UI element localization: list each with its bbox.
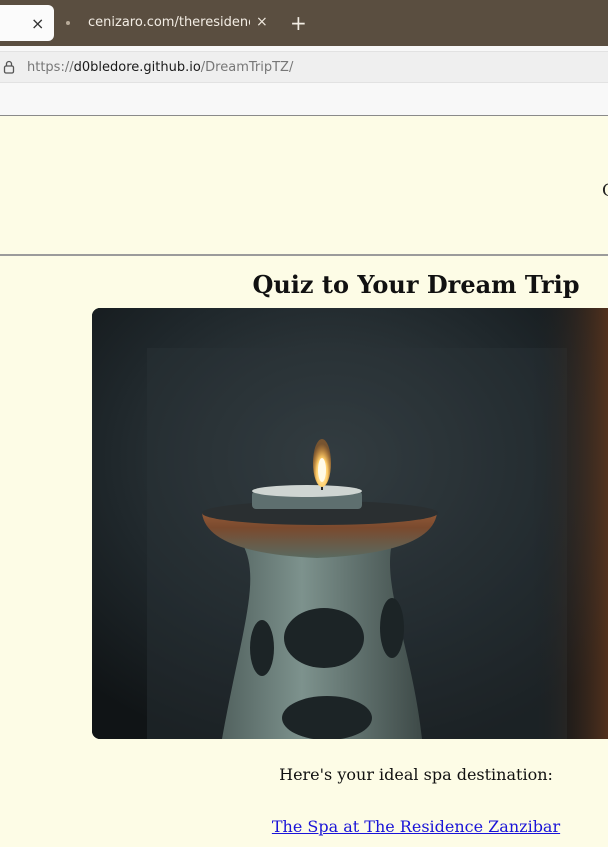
address-bar[interactable]: https://d0bledore.github.io/DreamTripTZ/ bbox=[0, 51, 608, 83]
close-tab-icon[interactable]: × bbox=[256, 14, 268, 30]
header-nav-partial: Q bbox=[602, 181, 608, 201]
tab-separator-dot bbox=[66, 21, 70, 25]
lock-icon bbox=[3, 60, 15, 74]
tab-title: cenizaro.com/theresidence bbox=[88, 15, 250, 30]
result-image bbox=[92, 308, 608, 739]
url-host: d0bledore.github.io bbox=[73, 60, 201, 75]
active-tab[interactable]: × bbox=[0, 5, 54, 41]
tab-strip: × cenizaro.com/theresidence × + bbox=[0, 0, 608, 46]
page-title: Quiz to Your Dream Trip bbox=[252, 270, 580, 299]
destination-link[interactable]: The Spa at The Residence Zanzibar bbox=[224, 817, 608, 836]
candle-burner-illustration bbox=[92, 308, 608, 739]
url-path: /DreamTripTZ/ bbox=[200, 60, 294, 75]
close-tab-icon[interactable]: × bbox=[31, 14, 44, 33]
navigation-bar: https://d0bledore.github.io/DreamTripTZ/ bbox=[0, 46, 608, 116]
page-header: Q bbox=[0, 117, 608, 256]
url-text: https://d0bledore.github.io/DreamTripTZ/ bbox=[27, 60, 293, 75]
result-description: Here's your ideal spa destination: bbox=[279, 765, 553, 784]
new-tab-button[interactable]: + bbox=[290, 10, 307, 36]
url-scheme: https:// bbox=[27, 60, 74, 75]
tab-cenizaro[interactable]: cenizaro.com/theresidence × bbox=[78, 5, 278, 41]
